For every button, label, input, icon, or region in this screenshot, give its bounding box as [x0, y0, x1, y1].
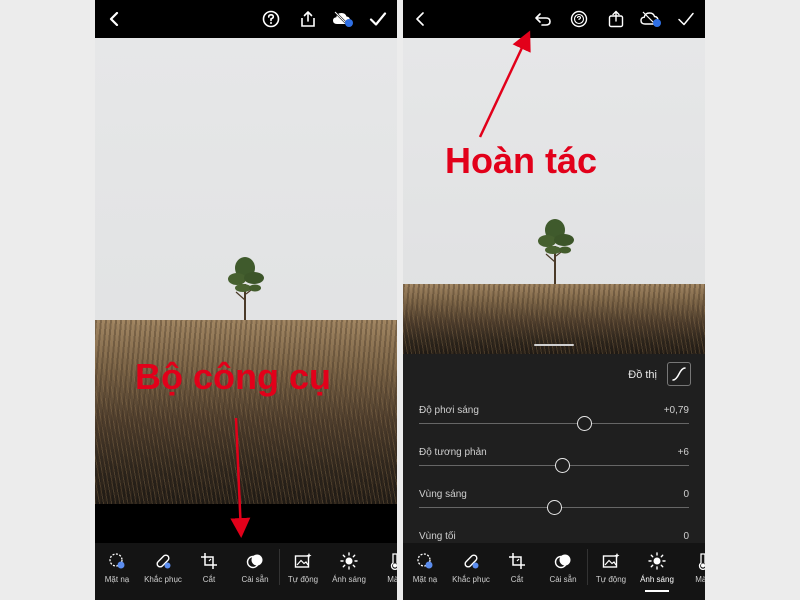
slider-label: Độ tương phản — [419, 447, 487, 458]
light-adjustment-panel: Đồ thị Độ phơi sáng +0,79 Độ tương phản … — [403, 354, 705, 543]
slider-track[interactable] — [419, 423, 689, 424]
tool-label: Ánh sáng — [640, 575, 674, 584]
sun-icon — [340, 552, 358, 570]
crop-icon — [509, 553, 525, 569]
tool-label: Màu — [695, 575, 705, 584]
slider-exposure: Độ phơi sáng +0,79 — [419, 405, 689, 439]
tool-presets[interactable]: Cài sẵn — [541, 552, 585, 584]
tool-label: Khắc phục — [144, 575, 182, 584]
curve-label: Đồ thị — [628, 369, 657, 381]
tool-color[interactable]: Màu — [681, 552, 705, 584]
photo-canvas — [403, 38, 705, 354]
auto-image-icon — [294, 553, 312, 568]
undo-icon[interactable] — [532, 8, 554, 30]
tool-healing[interactable]: Khắc phục — [141, 552, 185, 584]
presets-icon — [246, 554, 263, 569]
slider-thumb[interactable] — [555, 458, 571, 473]
thermometer-icon — [698, 553, 705, 570]
healing-bandage-icon — [156, 554, 171, 569]
annotation-toolbox: Bộ công cụ — [135, 356, 331, 397]
crop-icon — [201, 553, 217, 569]
slider-thumb[interactable] — [576, 416, 592, 431]
slider-thumb[interactable] — [547, 500, 562, 515]
confirm-check-icon[interactable] — [675, 8, 697, 30]
sun-icon — [648, 552, 666, 570]
presets-icon — [554, 554, 571, 569]
slider-track[interactable] — [419, 465, 689, 466]
tool-label: Cắt — [510, 575, 524, 584]
tool-label: Khắc phục — [452, 575, 490, 584]
tool-crop[interactable]: Cắt — [187, 552, 231, 584]
slider-label: Vùng sáng — [419, 489, 467, 500]
tool-label: Tự động — [595, 575, 627, 584]
tone-curve-button[interactable] — [667, 362, 691, 386]
slider-label: Độ phơi sáng — [419, 405, 479, 416]
auto-image-icon — [602, 553, 620, 568]
photo-field — [95, 320, 397, 504]
tool-label: Cài sẵn — [241, 575, 269, 584]
help-icon[interactable] — [260, 8, 282, 30]
left-editing-toolbar: Mặt nạ Khắc phục Cắt Cài sẵn Tự động Ánh… — [95, 543, 397, 600]
slider-contrast: Độ tương phản +6 — [419, 447, 689, 481]
tool-healing[interactable]: Khắc phục — [449, 552, 493, 584]
confirm-check-icon[interactable] — [367, 8, 389, 30]
tool-auto[interactable]: Tự động — [281, 552, 325, 584]
right-editing-toolbar: Mặt nạ Khắc phục Cắt Cài sẵn Tự động Ánh… — [403, 543, 705, 600]
slider-value: +0,79 — [663, 405, 689, 416]
tool-label: Tự động — [287, 575, 319, 584]
slider-label: Vùng tối — [419, 531, 456, 542]
tree-image — [538, 219, 574, 288]
tool-label: Cắt — [202, 575, 216, 584]
mask-icon — [417, 553, 433, 569]
share-icon[interactable] — [605, 8, 627, 30]
tool-label: Màu — [387, 575, 397, 584]
mask-icon — [109, 553, 125, 569]
tool-presets[interactable]: Cài sẵn — [233, 552, 277, 584]
help-icon[interactable] — [568, 8, 590, 30]
slider-value: 0 — [683, 489, 689, 500]
tree-image — [228, 257, 264, 326]
left-phone-screen: Mặt nạ Khắc phục Cắt Cài sẵn Tự động Ánh… — [95, 0, 397, 600]
thermometer-icon — [390, 553, 397, 570]
tool-mask[interactable]: Mặt nạ — [95, 552, 139, 584]
cloud-sync-icon[interactable] — [640, 8, 662, 30]
tutorial-screenshot: Mặt nạ Khắc phục Cắt Cài sẵn Tự động Ánh… — [0, 0, 800, 600]
left-top-bar — [95, 0, 397, 38]
annotation-undo: Hoàn tác — [445, 140, 598, 181]
toolbar-divider — [279, 549, 280, 585]
panel-drag-handle[interactable] — [534, 344, 574, 346]
share-icon[interactable] — [297, 8, 319, 30]
photo-canvas — [95, 38, 397, 504]
tool-light[interactable]: Ánh sáng — [327, 552, 371, 584]
slider-value: 0 — [683, 531, 689, 542]
back-chevron-icon[interactable] — [410, 8, 432, 30]
tool-color[interactable]: Màu — [373, 552, 397, 584]
cloud-sync-icon[interactable] — [332, 8, 354, 30]
toolbar-divider — [587, 549, 588, 585]
back-chevron-icon[interactable] — [104, 8, 126, 30]
tool-label: Cài sẵn — [549, 575, 577, 584]
tool-crop[interactable]: Cắt — [495, 552, 539, 584]
tool-label: Mặt nạ — [412, 575, 438, 584]
slider-value: +6 — [677, 447, 689, 458]
healing-bandage-icon — [464, 554, 479, 569]
right-top-bar — [403, 0, 705, 38]
tool-light[interactable]: Ánh sáng — [635, 552, 679, 592]
tool-label: Ánh sáng — [332, 575, 366, 584]
right-phone-screen: Đồ thị Độ phơi sáng +0,79 Độ tương phản … — [403, 0, 705, 600]
tool-mask[interactable]: Mặt nạ — [403, 552, 447, 584]
tool-auto[interactable]: Tự động — [589, 552, 633, 584]
tool-label: Mặt nạ — [104, 575, 130, 584]
slider-highlights: Vùng sáng 0 — [419, 489, 689, 523]
tone-curve-icon — [672, 367, 686, 381]
